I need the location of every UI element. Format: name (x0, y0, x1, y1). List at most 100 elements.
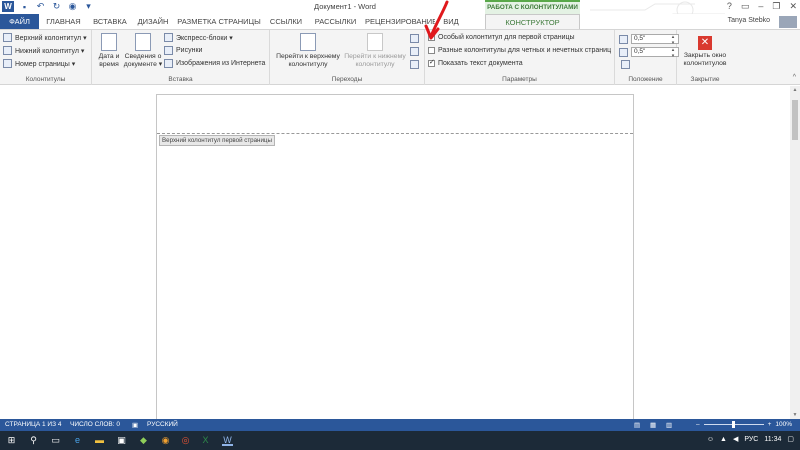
different-odd-even-checkbox[interactable] (428, 47, 435, 54)
ribbon-tabs: ФАЙЛ ГЛАВНАЯ ВСТАВКА ДИЗАЙН РАЗМЕТКА СТР… (0, 14, 800, 29)
store-icon[interactable]: ▣ (116, 435, 127, 446)
different-odd-even-option[interactable]: Разные колонтитулы для четных и нечетных… (428, 47, 611, 54)
footer-position-input[interactable]: 0,5" (631, 47, 679, 59)
word-count[interactable]: ЧИСЛО СЛОВ: 0 (70, 421, 120, 428)
scroll-up-icon[interactable]: ▲ (790, 87, 800, 93)
online-pictures-icon (164, 59, 173, 68)
show-document-text-checkbox[interactable] (428, 58, 435, 67)
group-label-perehody: Переходы (331, 76, 363, 83)
user-name[interactable]: Tanya Stebko (728, 17, 770, 24)
go-to-footer-icon (367, 33, 383, 51)
scroll-thumb[interactable] (792, 100, 798, 140)
task-view-icon[interactable]: ▭ (50, 435, 61, 446)
online-pictures-button[interactable]: Изображения из Интернета (164, 59, 265, 68)
group-vstavka: Дата и время Сведения о документе ▾ Эксп… (92, 30, 270, 85)
tab-mailings[interactable]: РАССЫЛКИ (308, 14, 363, 29)
window-controls: ? ▭ – ❐ ✕ (727, 1, 797, 12)
clock[interactable]: 11:34 (764, 436, 781, 443)
help-icon[interactable]: ? (727, 1, 732, 12)
tab-insert[interactable]: ВСТАВКА (88, 14, 132, 29)
zoom-level[interactable]: 100% (775, 421, 792, 428)
app-icon[interactable]: ◆ (138, 435, 149, 446)
avatar[interactable] (779, 16, 797, 28)
edge-icon[interactable]: e (72, 435, 83, 446)
group-label-vstavka: Вставка (168, 76, 193, 83)
document-area[interactable]: Верхний колонтитул первой страницы (0, 86, 790, 424)
status-bar: СТРАНИЦА 1 ИЗ 4 ЧИСЛО СЛОВ: 0 ▣ РУССКИЙ … (0, 419, 800, 431)
vertical-scrollbar[interactable]: ▲ ▼ (790, 86, 800, 419)
go-to-footer-button[interactable]: Перейти к нижнему колонтитулу (340, 33, 410, 69)
group-label-parametry: Параметры (502, 76, 537, 83)
pictures-button[interactable]: Рисунки (164, 46, 202, 55)
go-to-header-icon (300, 33, 316, 51)
annotation-arrow (424, 0, 449, 40)
page-count[interactable]: СТРАНИЦА 1 ИЗ 4 (5, 421, 61, 428)
header-tag: Верхний колонтитул первой страницы (159, 135, 275, 146)
volume-icon[interactable]: ◀ (733, 435, 738, 443)
zoom-control: – + 100% (696, 421, 792, 428)
restore-icon[interactable]: ❐ (772, 1, 780, 12)
group-label-polozhenie: Положение (628, 76, 663, 83)
print-layout-icon[interactable]: ▦ (650, 421, 656, 429)
show-document-text-option[interactable]: Показать текст документа (428, 58, 523, 67)
go-to-header-button[interactable]: Перейти к верхнему колонтитулу (272, 33, 344, 69)
document-info-icon (135, 33, 151, 51)
page-number-dropdown[interactable]: Номер страницы ▾ (3, 59, 75, 68)
excel-icon[interactable]: X (200, 435, 211, 446)
read-mode-icon[interactable]: ▤ (634, 421, 640, 429)
zoom-in-icon[interactable]: + (768, 421, 772, 428)
close-header-footer-button[interactable]: ✕ Закрыть окно колонтитулов (677, 36, 733, 68)
zoom-out-icon[interactable]: – (696, 421, 700, 428)
close-icon: ✕ (698, 36, 712, 50)
next-section-icon[interactable] (410, 47, 419, 56)
footer-dropdown[interactable]: Нижний колонтитул ▾ (3, 46, 84, 55)
context-tab-header: РАБОТА С КОЛОНТИТУЛАМИ (485, 0, 580, 14)
header-boundary (157, 133, 633, 134)
ribbon-display-icon[interactable]: ▭ (741, 1, 750, 12)
group-label-kolontituly: Колонтитулы (25, 76, 66, 83)
document-page[interactable]: Верхний колонтитул первой страницы (156, 94, 634, 424)
link-to-previous-icon[interactable] (410, 60, 419, 69)
tray-language[interactable]: РУС (744, 436, 758, 443)
zoom-slider-thumb[interactable] (731, 421, 735, 428)
minimize-icon[interactable]: – (758, 1, 763, 12)
search-icon[interactable]: ⚲ (28, 435, 39, 446)
taskbar: ⊞ ⚲ ▭ e ▬ ▣ ◆ ◉ ◎ X W ☺ ▲ ◀ РУС 11:34 ▢ (0, 431, 800, 450)
previous-section-icon[interactable] (410, 34, 419, 43)
file-explorer-icon[interactable]: ▬ (94, 435, 105, 446)
group-zakrytie: ✕ Закрыть окно колонтитулов Закрытие (677, 30, 733, 85)
header-dropdown[interactable]: Верхний колонтитул ▾ (3, 33, 87, 42)
date-time-button[interactable]: Дата и время (95, 33, 123, 69)
tab-references[interactable]: ССЫЛКИ (266, 14, 306, 29)
group-parametry: Особый колонтитул для первой страницы Ра… (425, 30, 615, 85)
header-position-input[interactable]: 0,5" (631, 34, 679, 46)
zoom-slider[interactable] (703, 421, 764, 428)
firefox-icon[interactable]: ◉ (160, 435, 171, 446)
footer-position-icon (619, 47, 628, 57)
language[interactable]: РУССКИЙ (147, 421, 178, 428)
header-position-icon (619, 34, 628, 44)
proofing-icon[interactable]: ▣ (132, 421, 138, 429)
tab-design[interactable]: ДИЗАЙН (134, 14, 172, 29)
collapse-ribbon-icon[interactable]: ^ (793, 74, 796, 81)
start-icon[interactable]: ⊞ (6, 435, 17, 446)
tab-home[interactable]: ГЛАВНАЯ (41, 14, 86, 29)
people-icon[interactable]: ☺ (707, 436, 714, 443)
tab-file[interactable]: ФАЙЛ (0, 14, 39, 29)
group-kolontituly: Верхний колонтитул ▾ Нижний колонтитул ▾… (0, 30, 92, 85)
quick-parts-dropdown[interactable]: Экспресс-блоки ▾ (164, 33, 233, 42)
close-icon[interactable]: ✕ (789, 1, 797, 12)
chrome-icon[interactable]: ◎ (180, 435, 191, 446)
network-icon[interactable]: ▲ (720, 436, 727, 443)
word-taskbar-icon[interactable]: W (222, 435, 233, 446)
tab-constructor[interactable]: КОНСТРУКТОР (485, 14, 580, 29)
web-layout-icon[interactable]: ▥ (666, 421, 672, 429)
document-info-button[interactable]: Сведения о документе ▾ (122, 33, 164, 69)
footer-position-row: 0,5" (619, 47, 679, 59)
context-tab-header-label: РАБОТА С КОЛОНТИТУЛАМИ (487, 4, 578, 11)
insert-alignment-tab-icon[interactable] (621, 60, 630, 69)
scroll-down-icon[interactable]: ▼ (790, 412, 800, 418)
tab-page-layout[interactable]: РАЗМЕТКА СТРАНИЦЫ (174, 14, 264, 29)
notifications-icon[interactable]: ▢ (787, 435, 794, 443)
pictures-icon (164, 46, 173, 55)
